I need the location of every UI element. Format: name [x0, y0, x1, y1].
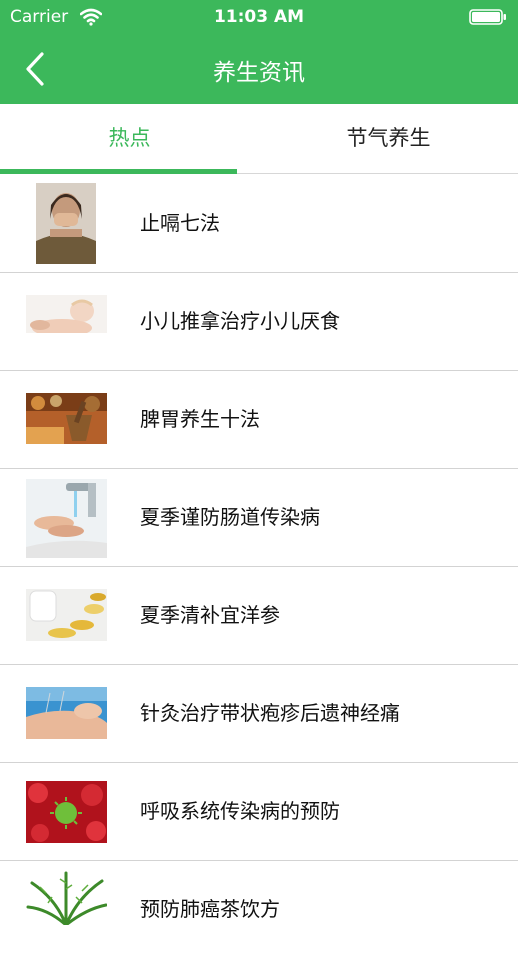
- article-title: 针灸治疗带状疱疹后遗神经痛: [140, 701, 400, 725]
- list-item[interactable]: 针灸治疗带状疱疹后遗神经痛: [0, 665, 518, 763]
- article-title: 呼吸系统传染病的预防: [140, 799, 340, 823]
- page-title: 养生资讯: [213, 60, 305, 86]
- article-thumbnail: [26, 781, 107, 843]
- status-time: 11:03 AM: [213, 7, 305, 27]
- list-item[interactable]: 小儿推拿治疗小儿厌食: [0, 273, 518, 371]
- article-thumbnail: [26, 295, 107, 339]
- article-title: 夏季谨防肠道传染病: [140, 505, 320, 529]
- article-title: 预防肺癌茶饮方: [140, 897, 280, 921]
- tab-bar: 热点 节气养生: [0, 104, 518, 174]
- article-thumbnail: [26, 869, 107, 925]
- tab-hot[interactable]: 热点: [0, 104, 259, 173]
- list-item[interactable]: 止嗝七法: [0, 175, 518, 273]
- article-title: 止嗝七法: [140, 211, 220, 235]
- article-thumbnail: [26, 687, 107, 739]
- active-tab-indicator: [0, 169, 237, 174]
- tab-solar-term-wellness[interactable]: 节气养生: [259, 104, 518, 173]
- list-item[interactable]: 呼吸系统传染病的预防: [0, 763, 518, 861]
- article-thumbnail: [26, 393, 107, 444]
- app-header: Carrier 11:03 AM 养生资讯: [0, 0, 518, 104]
- article-thumbnail: [36, 183, 96, 264]
- list-item[interactable]: 夏季清补宜洋参: [0, 567, 518, 665]
- battery-icon: [469, 9, 506, 25]
- navigation-bar: 养生资讯: [0, 36, 518, 104]
- list-item[interactable]: 夏季谨防肠道传染病: [0, 469, 518, 567]
- list-item[interactable]: 预防肺癌茶饮方: [0, 861, 518, 958]
- article-title: 夏季清补宜洋参: [140, 603, 280, 627]
- article-list: 止嗝七法 小儿推拿治疗小儿厌食 脾胃养生十法 夏季谨防肠道传染病 夏季清补宜洋参…: [0, 175, 518, 958]
- article-thumbnail: [26, 589, 107, 641]
- list-item[interactable]: 脾胃养生十法: [0, 371, 518, 469]
- status-bar: Carrier 11:03 AM: [0, 0, 518, 36]
- article-thumbnail: [26, 479, 107, 558]
- article-title: 小儿推拿治疗小儿厌食: [140, 309, 340, 333]
- article-title: 脾胃养生十法: [140, 407, 260, 431]
